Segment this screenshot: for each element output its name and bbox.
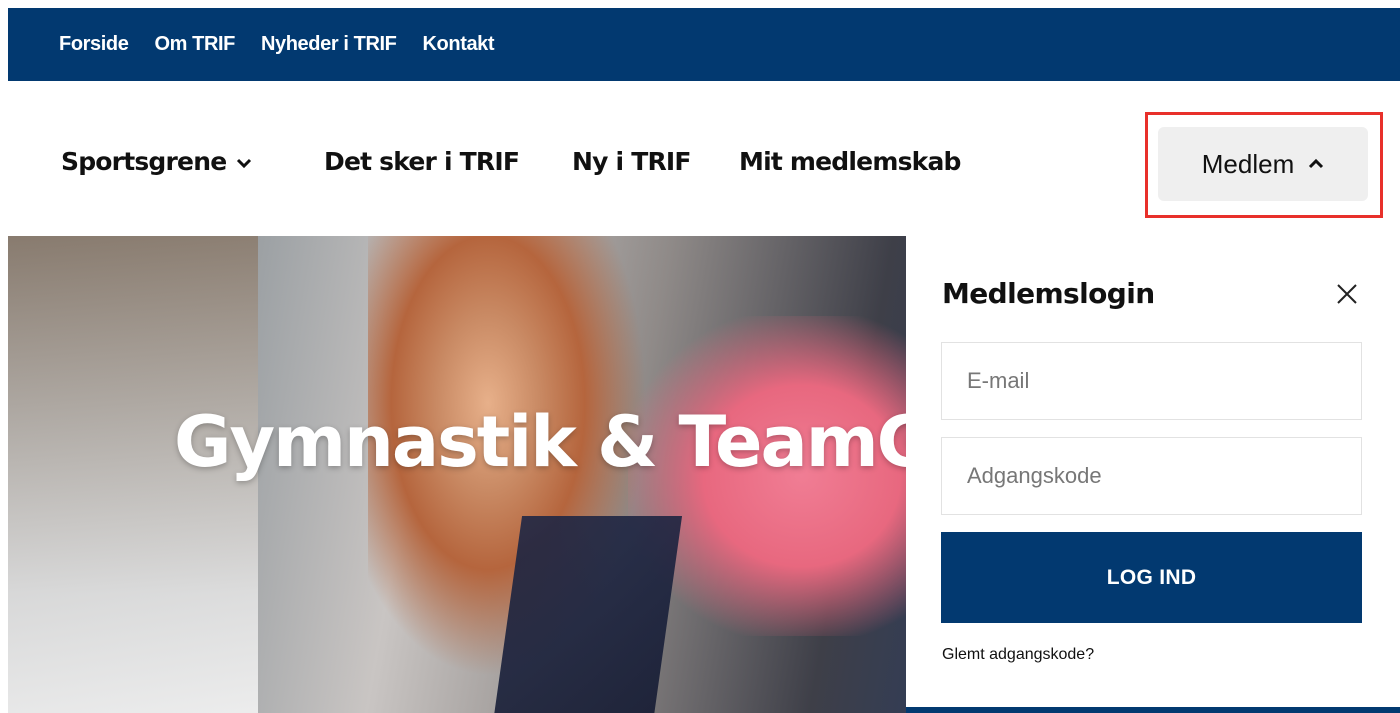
email-field[interactable] [941,342,1362,420]
menu-item-mit-medlemskab[interactable]: Mit medlemskab [739,146,961,178]
login-title: Medlemslogin [942,277,1155,310]
chevron-down-icon [237,158,252,169]
close-icon[interactable] [1336,283,1358,305]
menu-item-det-sker[interactable]: Det sker i TRIF [324,146,520,178]
forgot-password-link[interactable]: Glemt adgangskode? [942,646,1094,664]
nav-link-kontakt[interactable]: Kontakt [423,33,495,56]
hero-title: Gymnastik & TeamG [174,401,934,483]
login-button[interactable]: LOG IND [941,532,1362,623]
medlem-button-label: Medlem [1201,148,1295,179]
panel-bottom-bar [906,707,1400,713]
nav-link-forside[interactable]: Forside [59,33,129,56]
nav-link-nyheder[interactable]: Nyheder i TRIF [261,33,397,56]
nav-link-om-trif[interactable]: Om TRIF [154,33,235,56]
medlem-button[interactable]: Medlem [1158,127,1368,201]
menu-item-sportsgrene[interactable]: Sportsgrene [61,146,252,178]
password-field[interactable] [941,437,1362,515]
hero-dark-sleeve [493,516,683,713]
chevron-up-icon [1309,158,1324,169]
top-navigation-bar: Forside Om TRIF Nyheder i TRIF Kontakt [8,8,1400,81]
menu-item-sportsgrene-label: Sportsgrene [61,147,227,176]
login-panel: Medlemslogin LOG IND Glemt adgangskode? [906,236,1400,713]
menu-item-ny-i-trif[interactable]: Ny i TRIF [572,146,691,178]
